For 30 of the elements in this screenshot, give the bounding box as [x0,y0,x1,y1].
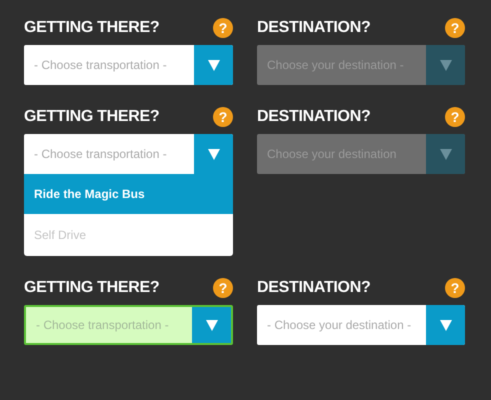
caret-icon [208,148,220,160]
caret-icon [440,60,452,70]
caret-icon [440,320,452,330]
dropdown-toggle[interactable] [426,305,465,345]
field-label: GETTING THERE? [24,108,160,126]
dropdown-option[interactable]: Ride the Magic Bus [24,174,233,214]
dropdown[interactable]: - Choose transportation - [24,45,233,85]
help-badge[interactable]: ? [213,278,233,298]
dropdown-toggle[interactable] [192,307,231,343]
dropdown[interactable]: - Choose transportation - [24,134,233,174]
field-label: GETTING THERE? [24,279,160,297]
caret-icon [208,60,220,70]
caret-icon [440,148,452,160]
dropdown-toggle[interactable] [194,45,233,85]
dropdown-toggle[interactable] [194,134,233,174]
dropdown-prompt: - Choose transportation - [35,317,170,334]
dropdown-option[interactable]: Self Drive [24,214,233,256]
field-label: DESTINATION? [257,19,370,37]
field-label: DESTINATION? [257,108,370,126]
caret-icon [206,320,218,330]
dropdown-prompt: - Choose transportation - [33,57,168,74]
dropdown-prompt: - Choose transportation - [33,146,168,163]
field-label: GETTING THERE? [24,19,160,37]
dropdown[interactable]: - Choose transportation - [24,305,233,345]
dropdown-prompt: - Choose your destination - [266,317,412,334]
field-label: DESTINATION? [257,279,370,297]
help-badge[interactable]: ? [213,107,233,127]
dropdown[interactable]: - Choose your destination - [257,305,465,345]
help-badge[interactable]: ? [445,278,465,298]
help-badge[interactable]: ? [213,18,233,38]
